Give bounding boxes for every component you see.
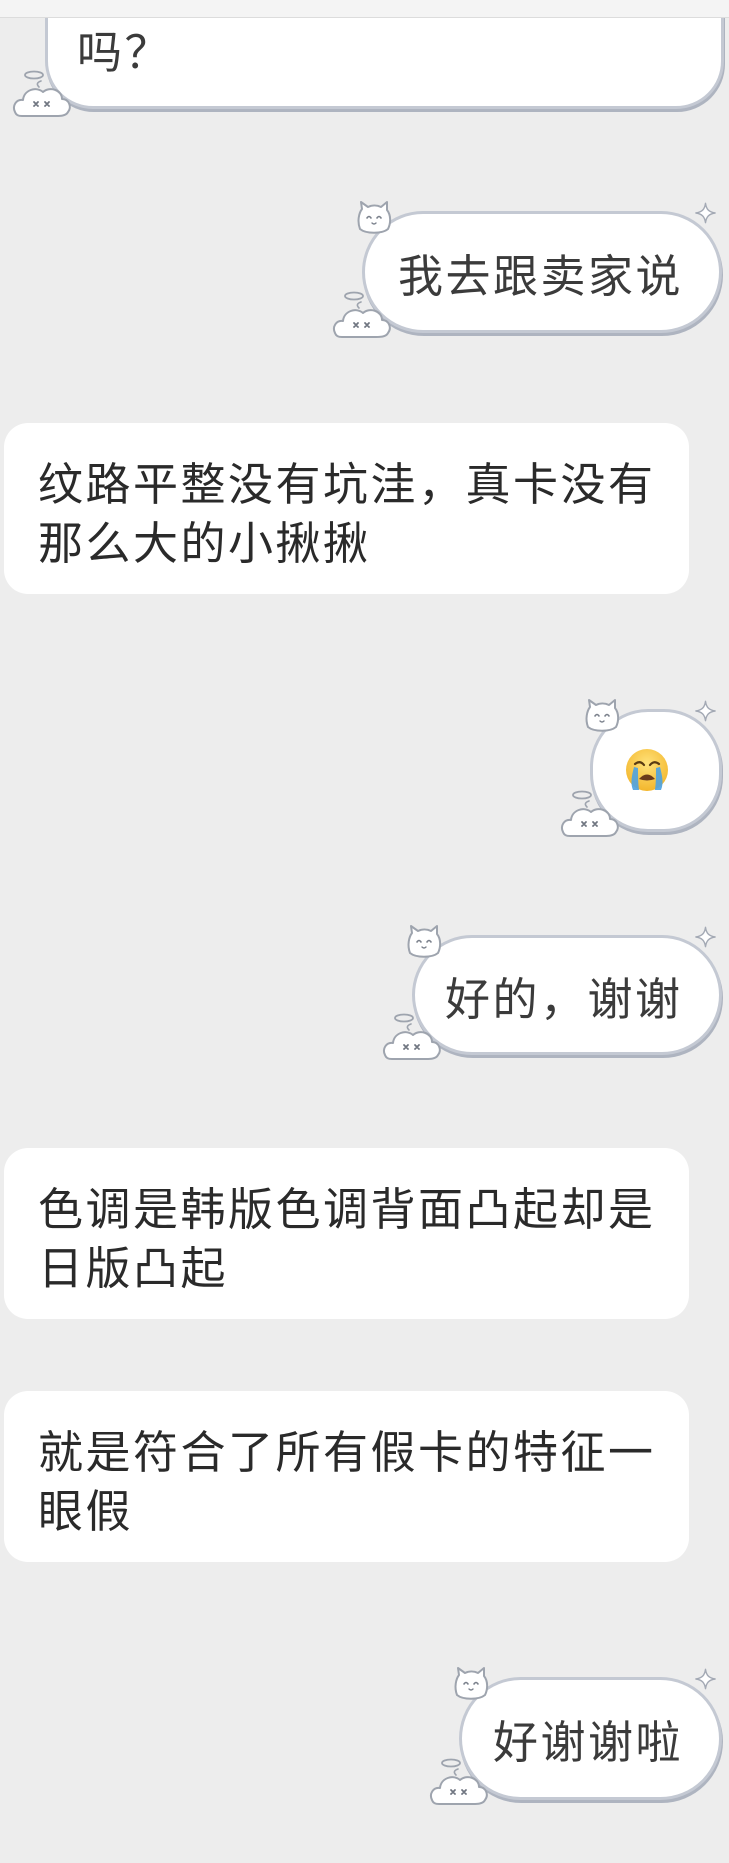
cat-face-icon [354,199,394,235]
halo-ghost-icon [380,1009,444,1061]
message-text: 好谢谢啦 [493,1716,684,1769]
message-bubble-incoming[interactable]: 色调是韩版色调背面凸起却是 日版凸起 [4,1148,689,1319]
sparkle-icon [695,925,716,949]
cat-face-icon [582,697,622,733]
message-text-line: 眼假 [38,1485,134,1538]
message-bubble-outgoing[interactable]: 好的，谢谢 [412,935,722,1055]
message-text-line: 色调是韩版色调背面凸起却是 [38,1183,656,1236]
cat-face-icon [451,1665,491,1701]
message-text-line: 就是符合了所有假卡的特征一 [38,1426,656,1479]
halo-ghost-icon [427,1754,491,1806]
sparkle-icon [695,699,716,723]
message-text-line: 纹路平整没有坑洼，真卡没有 [38,458,656,511]
loudly-crying-face-icon [626,749,668,791]
message-bubble-outgoing[interactable]: 好谢谢啦 [459,1677,722,1800]
halo-ghost-icon [558,786,622,838]
message-bubble-incoming[interactable]: 就是符合了所有假卡的特征一 眼假 [4,1391,689,1562]
top-divider [0,0,729,18]
sparkle-icon [695,1667,716,1691]
message-bubble-outgoing-emoji[interactable] [590,709,722,832]
message-bubble-outgoing[interactable]: 我去跟卖家说 [362,211,722,333]
sparkle-icon [695,201,716,225]
halo-ghost-icon [10,66,74,118]
message-text: 吗？ [77,26,173,79]
message-text-line: 日版凸起 [38,1242,229,1295]
message-text-line: 那么大的小揪揪 [38,517,371,570]
message-bubble-incoming[interactable]: 纹路平整没有坑洼，真卡没有 那么大的小揪揪 [4,423,689,594]
message-text: 我去跟卖家说 [398,249,684,303]
cat-face-icon [404,923,444,959]
message-text: 好的，谢谢 [445,972,683,1026]
halo-ghost-icon [330,287,394,339]
